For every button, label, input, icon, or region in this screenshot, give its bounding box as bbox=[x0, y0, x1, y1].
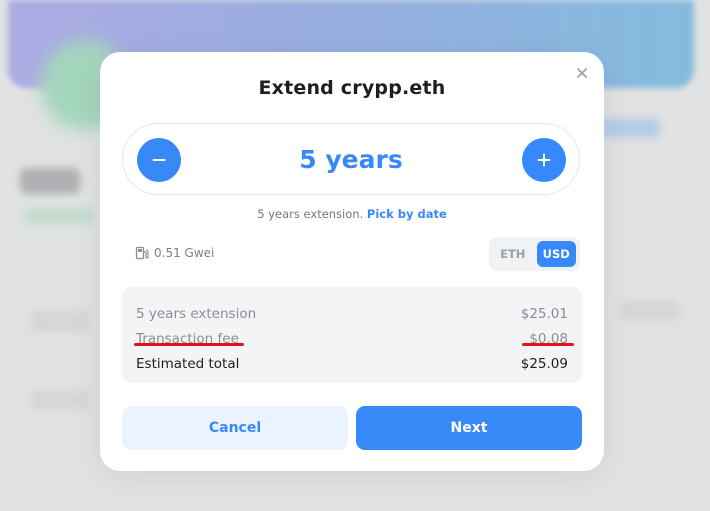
currency-option-usd[interactable]: USD bbox=[536, 241, 576, 267]
annotation-underline-fee-amount bbox=[522, 343, 574, 346]
summary-amount: $25.09 bbox=[520, 355, 568, 372]
duration-value: 5 years bbox=[299, 145, 403, 174]
increase-years-button[interactable] bbox=[522, 138, 566, 182]
extend-modal: Extend crypp.eth 5 years 5 years extensi… bbox=[100, 52, 604, 471]
cancel-button[interactable]: Cancel bbox=[122, 406, 348, 450]
pick-by-date-link[interactable]: Pick by date bbox=[367, 207, 447, 221]
summary-label: Estimated total bbox=[136, 355, 240, 372]
summary-row-extension: 5 years extension $25.01 bbox=[136, 301, 568, 326]
cost-summary: 5 years extension $25.01 Transaction fee… bbox=[122, 287, 582, 383]
gas-pump-icon bbox=[135, 246, 149, 260]
duration-stepper: 5 years bbox=[122, 123, 580, 195]
currency-toggle: ETH USD bbox=[489, 237, 580, 271]
extension-text: 5 years extension. bbox=[257, 207, 364, 221]
summary-row-fee: Transaction fee $0.08 bbox=[136, 326, 568, 351]
summary-row-total: Estimated total $25.09 bbox=[136, 351, 568, 376]
annotation-underline-fee-label bbox=[134, 343, 244, 346]
gas-price: 0.51 Gwei bbox=[135, 246, 214, 260]
summary-amount: $25.01 bbox=[520, 305, 568, 322]
modal-title: Extend crypp.eth bbox=[258, 77, 446, 99]
currency-option-eth[interactable]: ETH bbox=[493, 241, 533, 267]
extension-subline: 5 years extension. Pick by date bbox=[100, 207, 604, 221]
next-button[interactable]: Next bbox=[356, 406, 582, 450]
plus-icon bbox=[537, 153, 551, 167]
summary-label: 5 years extension bbox=[136, 305, 257, 322]
gas-price-value: 0.51 Gwei bbox=[154, 246, 215, 260]
